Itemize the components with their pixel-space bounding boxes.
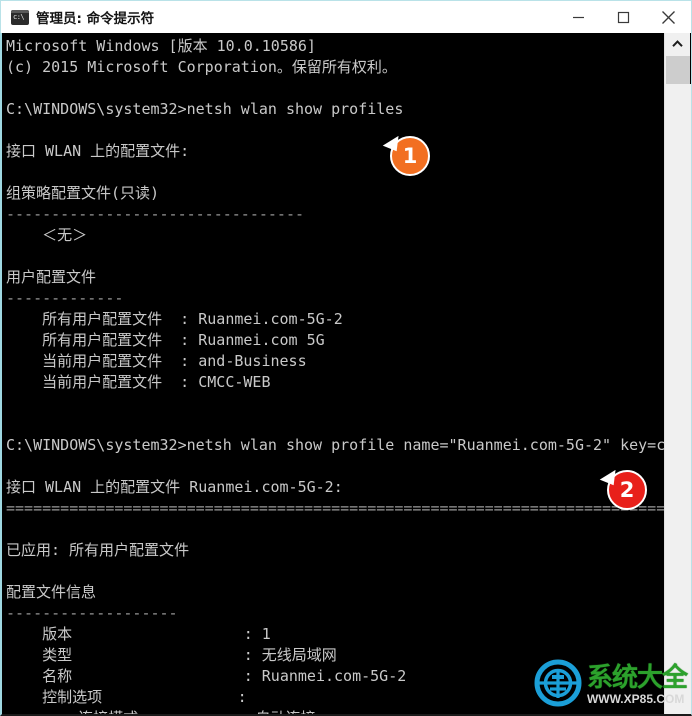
console-icon: [11, 10, 29, 25]
console-line: ＜无＞: [6, 226, 88, 244]
console-line: 配置文件信息: [6, 583, 97, 601]
command-prompt-window: 管理员: 命令提示符 Microsoft Windows: [0, 0, 692, 716]
annotation-marker-1-label: 1: [402, 144, 418, 168]
console-line: ========================================…: [6, 499, 666, 517]
console-line: 类型 : 无线局域网: [6, 646, 337, 664]
console-line: 所有用户配置文件 : Ruanmei.com 5G: [6, 331, 325, 349]
maximize-button[interactable]: [601, 1, 646, 33]
console-body[interactable]: Microsoft Windows [版本 10.0.10586] (c) 201…: [0, 33, 692, 716]
annotation-marker-2-label: 2: [619, 478, 635, 502]
console-line: 所有用户配置文件 : Ruanmei.com-5G-2: [6, 310, 343, 328]
console-output: Microsoft Windows [版本 10.0.10586] (c) 201…: [6, 36, 667, 714]
console-line: 控制选项 :: [6, 688, 247, 706]
window-controls: [556, 1, 691, 33]
scroll-up-button[interactable]: [665, 33, 690, 55]
console-line: 接口 WLAN 上的配置文件 Ruanmei.com-5G-2:: [6, 478, 343, 496]
window-titlebar[interactable]: 管理员: 命令提示符: [0, 0, 692, 33]
console-line: (c) 2015 Microsoft Corporation。保留所有权利。: [6, 58, 397, 76]
console-line: -------------------: [6, 604, 178, 622]
minimize-button[interactable]: [556, 1, 601, 33]
window-title: 管理员: 命令提示符: [36, 11, 155, 27]
scrollbar-track[interactable]: [665, 84, 691, 714]
console-line: 当前用户配置文件 : CMCC-WEB: [6, 373, 271, 391]
console-line: 已应用: 所有用户配置文件: [6, 541, 190, 559]
console-line: 名称 : Ruanmei.com-5G-2: [6, 667, 407, 685]
console-line: 组策略配置文件(只读): [6, 184, 160, 202]
console-line: C:\WINDOWS\system32>netsh wlan show prof…: [6, 436, 667, 454]
console-line: 当前用户配置文件 : and-Business: [6, 352, 307, 370]
console-line: C:\WINDOWS\system32>netsh wlan show prof…: [6, 100, 404, 118]
close-button[interactable]: [646, 1, 691, 33]
console-screen[interactable]: Microsoft Windows [版本 10.0.10586] (c) 201…: [4, 33, 667, 714]
console-line: Microsoft Windows [版本 10.0.10586]: [6, 37, 316, 55]
console-scrollbar[interactable]: [664, 33, 691, 714]
console-line: -------------: [6, 289, 124, 307]
console-line: 连接模式 : 自动连接: [6, 708, 666, 714]
console-line: 用户配置文件: [6, 268, 97, 286]
annotation-marker-2: 2: [599, 465, 647, 510]
scrollbar-thumb[interactable]: [666, 56, 690, 84]
console-line: ---------------------------------: [6, 205, 305, 223]
annotation-marker-1: 1: [382, 131, 430, 176]
console-line: 版本 : 1: [6, 625, 271, 643]
console-line: 接口 WLAN 上的配置文件:: [6, 142, 190, 160]
chevron-up-icon: [672, 35, 683, 53]
